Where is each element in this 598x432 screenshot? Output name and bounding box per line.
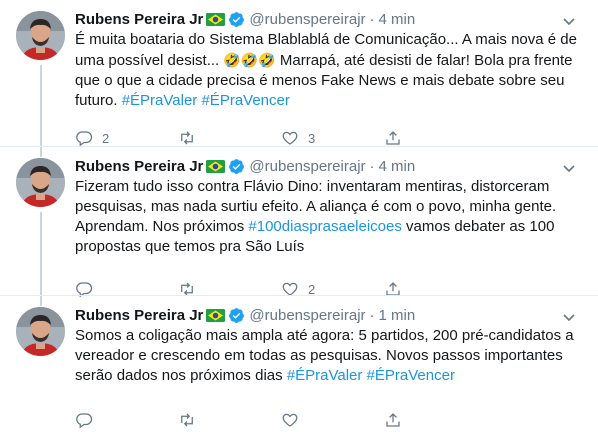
chevron-down-icon[interactable] bbox=[560, 13, 578, 31]
like-button[interactable]: 3 bbox=[281, 129, 384, 147]
verified-badge-icon bbox=[228, 11, 245, 28]
separator-dot: · bbox=[369, 158, 375, 175]
separator-dot: · bbox=[369, 11, 375, 28]
verified-badge-icon bbox=[228, 158, 245, 175]
hashtag-link[interactable]: #ÉPraVencer bbox=[367, 367, 455, 384]
chevron-down-icon[interactable] bbox=[560, 160, 578, 178]
timestamp[interactable]: 1 min bbox=[379, 307, 416, 324]
hashtag-link[interactable]: #ÉPraValer bbox=[122, 92, 198, 109]
avatar[interactable] bbox=[16, 307, 65, 356]
heart-icon bbox=[282, 131, 298, 145]
share-button[interactable] bbox=[384, 411, 487, 429]
reply-icon bbox=[76, 413, 93, 429]
tweet[interactable]: Rubens Pereira Jr @rubenspereirajr · 4 m… bbox=[0, 0, 598, 147]
retweet-button[interactable] bbox=[178, 411, 281, 429]
share-icon bbox=[386, 413, 400, 427]
author-name[interactable]: Rubens Pereira Jr bbox=[75, 11, 203, 28]
thread-connector-line bbox=[40, 65, 42, 146]
share-icon bbox=[386, 131, 400, 145]
timestamp[interactable]: 4 min bbox=[379, 11, 416, 28]
separator-dot: · bbox=[369, 307, 375, 324]
reply-icon bbox=[76, 131, 93, 147]
thread-connector-line bbox=[40, 147, 42, 157]
retweet-icon bbox=[181, 413, 193, 427]
reply-button[interactable] bbox=[75, 411, 178, 429]
emoji: 🤣🤣🤣 bbox=[223, 52, 276, 68]
reply-count: 2 bbox=[102, 130, 110, 146]
tweet[interactable]: Rubens Pereira Jr @rubenspereirajr · 4 m… bbox=[0, 146, 598, 298]
author-name[interactable]: Rubens Pereira Jr bbox=[75, 307, 203, 324]
hashtag-link[interactable]: #ÉPraVencer bbox=[201, 92, 289, 109]
tweet-actions bbox=[75, 411, 505, 429]
author-handle[interactable]: @rubenspereirajr bbox=[249, 158, 365, 175]
brazil-flag-icon bbox=[206, 309, 226, 322]
avatar[interactable] bbox=[16, 11, 65, 60]
chevron-down-icon[interactable] bbox=[560, 309, 578, 327]
author-handle[interactable]: @rubenspereirajr bbox=[249, 307, 365, 324]
tweet-text: Somos a coligação mais ampla até agora: … bbox=[75, 326, 580, 386]
reply-button[interactable]: 2 bbox=[75, 129, 178, 147]
brazil-flag-icon bbox=[206, 160, 226, 173]
avatar[interactable] bbox=[16, 158, 65, 207]
verified-badge-icon bbox=[228, 307, 245, 324]
tweet-text: Fizeram tudo isso contra Flávio Dino: in… bbox=[75, 177, 580, 257]
hashtag-link[interactable]: #ÉPraValer bbox=[287, 367, 363, 384]
tweet-actions: 2 3 bbox=[75, 129, 505, 147]
author-name[interactable]: Rubens Pereira Jr bbox=[75, 158, 203, 175]
tweet-text: É muita boataria do Sistema Blablablá de… bbox=[75, 30, 580, 111]
hashtag-link[interactable]: #100diasprasaeleicoes bbox=[248, 218, 401, 235]
retweet-button[interactable] bbox=[178, 129, 281, 147]
timestamp[interactable]: 4 min bbox=[379, 158, 416, 175]
like-count: 3 bbox=[308, 130, 316, 146]
tweet[interactable]: Rubens Pereira Jr @rubenspereirajr · 1 m… bbox=[0, 295, 598, 432]
retweet-icon bbox=[181, 131, 193, 145]
author-handle[interactable]: @rubenspereirajr bbox=[249, 11, 365, 28]
thread-connector-line bbox=[40, 296, 42, 306]
brazil-flag-icon bbox=[206, 13, 226, 26]
thread-connector-line bbox=[40, 212, 42, 295]
share-button[interactable] bbox=[384, 129, 487, 147]
tweet-thread: Rubens Pereira Jr @rubenspereirajr · 4 m… bbox=[0, 0, 598, 432]
heart-icon bbox=[282, 413, 298, 427]
like-button[interactable] bbox=[281, 411, 384, 429]
